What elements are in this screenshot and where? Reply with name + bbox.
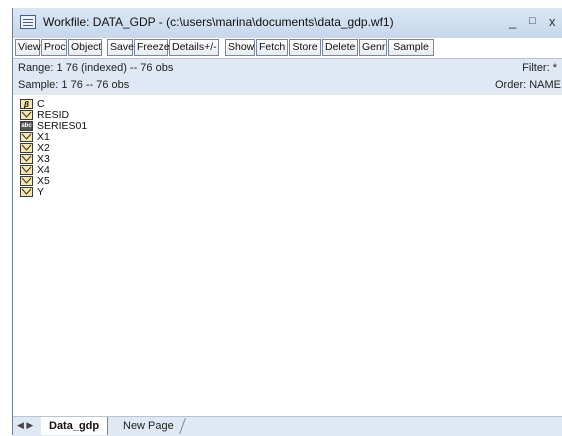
fetch-button[interactable]: Fetch [256,39,288,56]
series-icon [20,176,33,186]
show-button[interactable]: Show [225,39,255,56]
sample-button[interactable]: Sample [388,39,434,56]
details-button[interactable]: Details+/- [169,39,219,56]
tab-data-gdp[interactable]: Data_gdp [41,417,109,435]
title-bar[interactable]: Workfile: DATA_GDP - (c:\users\marina\do… [13,8,562,38]
minimize-button[interactable]: _ [509,14,516,29]
series-icon [20,187,33,197]
genr-button[interactable]: Genr [359,39,387,56]
range-text[interactable]: Range: 1 76 (indexed) -- 76 obs [18,62,173,74]
save-button[interactable]: Save [107,39,134,56]
series-icon [20,132,33,142]
new-page-label: New Page [123,420,174,432]
alpha-series-icon: abc [20,121,33,131]
series-icon [20,165,33,175]
close-button[interactable]: x [549,14,556,29]
toolbar: View Proc Object Save Freeze Details+/- … [13,38,562,59]
coefficient-icon: β [20,99,33,109]
series-icon [20,143,33,153]
maximize-button[interactable]: □ [529,15,536,27]
delete-button[interactable]: Delete [322,39,358,56]
order-text[interactable]: Order: NAME [495,79,561,91]
filter-text[interactable]: Filter: * [522,62,557,74]
store-button[interactable]: Store [289,39,321,56]
series-icon [20,154,33,164]
proc-button[interactable]: Proc [41,39,67,56]
workfile-icon [20,15,36,29]
info-bar: Range: 1 76 (indexed) -- 76 obs Sample: … [13,59,562,95]
page-tab-bar: ◀ ▶ Data_gdp New Page [13,416,562,436]
tab-new-page[interactable]: New Page [112,418,186,434]
sample-text[interactable]: Sample: 1 76 -- 76 obs [18,79,129,91]
series-icon [20,110,33,120]
freeze-button[interactable]: Freeze [134,39,170,56]
window-title: Workfile: DATA_GDP - (c:\users\marina\do… [43,15,394,29]
workfile-window: Workfile: DATA_GDP - (c:\users\marina\do… [12,8,562,436]
view-button[interactable]: View [15,39,41,56]
object-button[interactable]: Object [68,39,102,56]
object-name: Y [37,186,45,198]
tab-scroll-arrows-icon[interactable]: ◀ ▶ [17,420,33,431]
left-margin [0,0,12,435]
